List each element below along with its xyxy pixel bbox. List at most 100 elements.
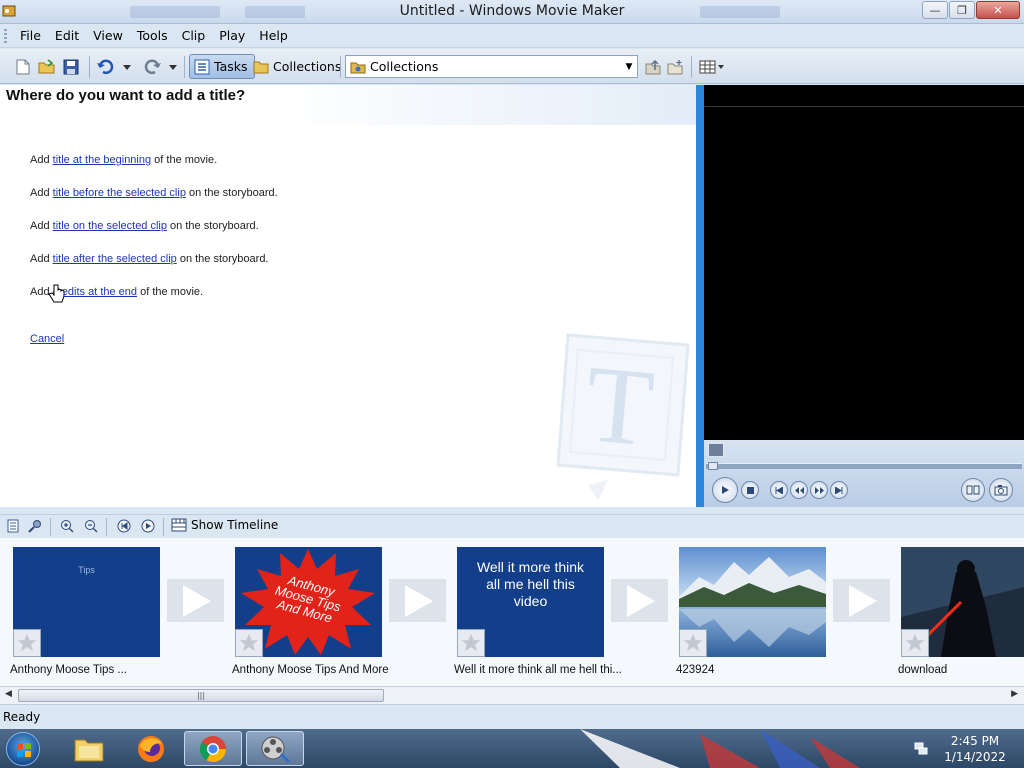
storyboard-clip[interactable]: Well it more think all me hell this vide… — [457, 547, 604, 657]
new-project-button[interactable] — [14, 56, 32, 78]
minimize-button[interactable]: — — [922, 1, 948, 19]
storyboard-clip[interactable]: Anthony Moose Tips And More — [235, 547, 382, 657]
restore-button[interactable]: ❐ — [949, 1, 975, 19]
seek-handle[interactable] — [708, 462, 718, 470]
scroll-right-arrow-icon[interactable]: ▶ — [1011, 689, 1018, 699]
zoom-out-button[interactable] — [83, 518, 99, 534]
collections-dropdown[interactable]: Collections ▼ — [345, 55, 638, 78]
title-after-clip-link[interactable]: title after the selected clip — [53, 253, 177, 265]
option-prefix: Add — [30, 154, 53, 166]
menu-clip[interactable]: Clip — [175, 28, 213, 43]
storyboard-clip[interactable] — [901, 547, 1024, 657]
rewind-button[interactable] — [790, 481, 808, 499]
narrate-timeline-button[interactable] — [27, 518, 43, 534]
system-clock[interactable]: 2:45 PM 1/14/2022 — [938, 733, 1012, 765]
redo-button[interactable] — [141, 56, 163, 78]
show-timeline-button[interactable]: Show Timeline — [171, 518, 278, 532]
transition-slot[interactable] — [833, 579, 890, 622]
taskbar-movie-maker[interactable] — [246, 731, 304, 766]
collections-icon — [350, 62, 366, 73]
next-frame-button[interactable] — [830, 481, 848, 499]
title-bar: Untitled - Windows Movie Maker — ❐ ✕ — [0, 0, 1024, 24]
zoom-in-button[interactable] — [59, 518, 75, 534]
option-suffix: on the storyboard. — [176, 253, 269, 265]
play-storyboard-icon — [141, 519, 155, 533]
new-folder-button[interactable] — [665, 56, 685, 78]
clip-label: Anthony Moose Tips And More — [232, 664, 389, 676]
chevron-down-icon[interactable]: ▼ — [621, 56, 637, 77]
save-project-button[interactable] — [61, 56, 81, 78]
fast-forward-button[interactable] — [810, 481, 828, 499]
monitor-status-icon — [708, 443, 724, 457]
close-button[interactable]: ✕ — [976, 1, 1020, 19]
star-icon — [239, 633, 259, 652]
cancel-link[interactable]: Cancel — [30, 333, 64, 345]
taskbar-windows-explorer[interactable] — [60, 731, 118, 766]
transition-slot[interactable] — [611, 579, 668, 622]
video-effects-star[interactable] — [679, 629, 707, 657]
undo-button[interactable] — [95, 56, 117, 78]
task-pane-heading: Where do you want to add a title? — [6, 87, 246, 104]
tasks-label: Tasks — [214, 59, 248, 74]
collections-button[interactable]: Collections — [249, 54, 347, 79]
scroll-left-arrow-icon[interactable]: ◀ — [5, 689, 12, 699]
tasks-button[interactable]: Tasks — [189, 54, 255, 79]
video-effects-star[interactable] — [901, 629, 929, 657]
menu-file[interactable]: File — [13, 28, 48, 43]
rewind-storyboard-button[interactable] — [116, 518, 132, 534]
collections-combo-value: Collections — [370, 59, 439, 74]
title-watermark-graphic: T — [556, 333, 690, 500]
video-effects-star[interactable] — [235, 629, 263, 657]
set-audio-levels-button[interactable] — [5, 518, 21, 534]
stop-button[interactable] — [741, 481, 759, 499]
play-storyboard-button[interactable] — [140, 518, 156, 534]
rewind-icon — [794, 486, 804, 494]
network-tray-icon[interactable] — [913, 740, 929, 756]
clip-thumb-text: Well it more think all me hell this vide… — [476, 559, 585, 609]
title-at-beginning-link[interactable]: title at the beginning — [53, 154, 151, 166]
rewind-storyboard-icon — [117, 519, 131, 533]
menu-help[interactable]: Help — [252, 28, 295, 43]
seek-bar[interactable] — [706, 463, 1022, 469]
option-title-before-clip: Add title before the selected clip on th… — [30, 187, 278, 199]
taskbar-chrome[interactable] — [184, 731, 242, 766]
title-before-clip-link[interactable]: title before the selected clip — [53, 187, 186, 199]
folder-icon — [74, 739, 104, 761]
menu-play[interactable]: Play — [212, 28, 252, 43]
redo-dropdown[interactable] — [166, 56, 180, 78]
open-project-button[interactable] — [37, 56, 57, 78]
views-icon — [699, 60, 724, 74]
menu-tools[interactable]: Tools — [130, 28, 175, 43]
up-folder-button[interactable] — [643, 56, 663, 78]
take-picture-button[interactable] — [989, 478, 1013, 502]
monitor-line — [704, 106, 1024, 107]
pane-splitter[interactable] — [696, 85, 704, 507]
transition-slot[interactable] — [389, 579, 446, 622]
storyboard-scrollbar[interactable]: ◀ ||| ▶ — [0, 686, 1024, 704]
views-button[interactable] — [697, 56, 727, 78]
undo-dropdown[interactable] — [120, 56, 134, 78]
menu-view[interactable]: View — [86, 28, 130, 43]
storyboard-clip[interactable] — [679, 547, 826, 657]
play-button[interactable] — [712, 477, 738, 503]
menu-edit[interactable]: Edit — [48, 28, 86, 43]
transition-slot[interactable] — [167, 579, 224, 622]
video-effects-star[interactable] — [13, 629, 41, 657]
status-bar: Ready — [0, 704, 1024, 729]
transition-arrow-icon — [404, 584, 433, 617]
scrollbar-thumb[interactable]: ||| — [18, 689, 384, 702]
clock-time: 2:45 PM — [950, 734, 1000, 748]
title-on-clip-link[interactable]: title on the selected clip — [53, 220, 167, 232]
tasks-icon — [194, 59, 210, 74]
collections-label: Collections — [273, 59, 342, 74]
start-button[interactable] — [6, 732, 40, 766]
taskbar-firefox[interactable] — [122, 731, 180, 766]
option-suffix: on the storyboard. — [185, 187, 278, 199]
split-icon — [966, 485, 980, 495]
storyboard-clip[interactable]: Tips — [13, 547, 160, 657]
option-prefix: Add — [30, 220, 53, 232]
split-clip-button[interactable] — [961, 478, 985, 502]
video-effects-star[interactable] — [457, 629, 485, 657]
wallpaper-art — [580, 729, 860, 768]
previous-frame-button[interactable] — [770, 481, 788, 499]
